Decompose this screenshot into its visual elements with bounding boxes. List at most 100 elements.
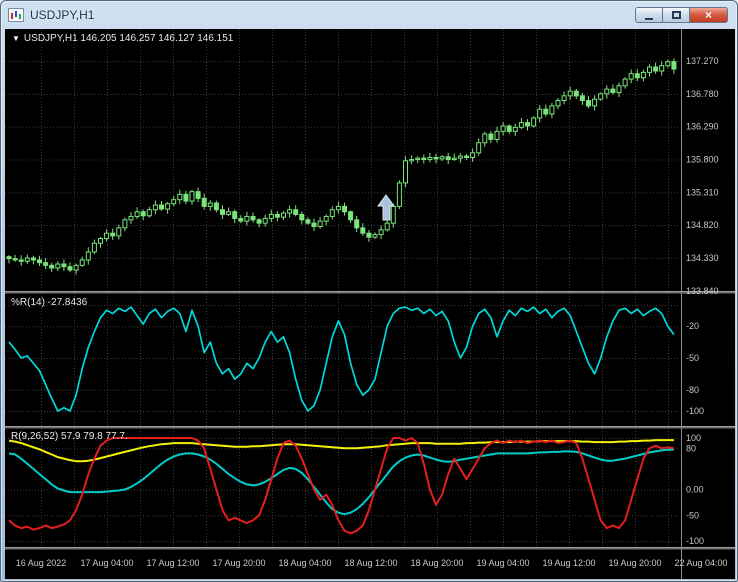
candle-body [165,203,171,210]
candle-body [494,130,500,140]
candle-body [171,199,177,205]
candle-body [378,229,384,236]
candle-body [55,263,61,269]
candle-body [427,156,433,160]
candle-body [610,88,616,93]
candle-body [43,262,49,266]
candle-body [49,264,55,269]
close-button[interactable]: × [690,7,728,23]
time-tick-label: 18 Aug 04:00 [278,558,331,568]
candle-body [439,156,445,160]
maximize-button[interactable] [663,7,690,23]
chart-area[interactable]: 137.270 136.780 136.290 135.800 135.310 134.8… [5,29,735,579]
candle-body [335,205,341,211]
candle-body [232,211,238,219]
candle-body [598,93,604,100]
candle-body [61,263,67,268]
candle-body [622,78,628,87]
candle-body [390,205,396,224]
app-icon-graphic [8,8,24,22]
candle-body [543,108,549,115]
candle-body [342,205,347,213]
candle-body [146,209,152,217]
time-tick-label: 17 Aug 04:00 [80,558,133,568]
candle-body [317,220,323,227]
candle-body [628,73,634,80]
candle-body [152,204,158,211]
candle-body [177,193,183,201]
price-tick-label: 134.330 [686,253,719,263]
candle-body [592,98,598,107]
candle-body [30,257,36,261]
wpr-indicator-label: %R(14) -27.8436 [11,297,88,308]
candle-body [213,202,219,211]
candle-body [226,211,232,215]
candle-body [579,95,585,102]
candle-body [604,88,610,95]
candle-body [67,266,73,271]
window: USDJPY,H1 × 137.270 136.780 136.290 135.800… [0,0,738,582]
time-tick-label: 19 Aug 04:00 [476,558,529,568]
candle-body [366,232,372,238]
candle-body [244,215,250,222]
candle-body [433,156,439,160]
price-tick-label: 135.310 [686,187,719,197]
candle-body [98,238,103,244]
app-icon [8,8,24,22]
candle-body [647,66,652,73]
candle-body [104,232,110,240]
candle-body [396,182,402,207]
candle-body [488,133,494,140]
candle-body [555,100,561,107]
title-bar[interactable]: USDJPY,H1 × [1,1,737,29]
candle-body [183,193,189,202]
time-tick-label: 18 Aug 20:00 [410,558,463,568]
candle-body [85,251,91,261]
oscillator-tick-label: -100 [686,536,704,546]
candle-body [451,157,457,160]
candle-body [256,219,262,224]
minimize-icon [645,17,653,20]
candle-body [189,191,195,202]
maximize-icon [671,11,681,19]
candle-body [238,217,244,222]
candle-body [134,211,140,217]
candle-body [140,211,146,217]
minimize-button[interactable] [635,7,663,23]
candle-body [250,215,256,221]
candle-body [287,209,293,214]
candle-body [445,156,451,160]
candle-body [207,202,213,207]
ohlc-text: USDJPY,H1 146.205 146.257 146.127 146.15… [23,33,234,44]
window-title: USDJPY,H1 [30,8,95,22]
candle-body [659,65,665,72]
oscillator-tick-label: 0.00 [686,485,704,495]
candle-body [457,155,463,159]
candle-body [122,219,128,229]
candle-body [665,61,671,67]
candle-body [116,227,122,237]
time-tick-label: 17 Aug 20:00 [212,558,265,568]
candle-body [482,133,488,144]
candle-body [281,212,286,218]
time-tick-label: 19 Aug 12:00 [542,558,595,568]
candle-body [567,90,573,97]
candle-body [360,227,366,234]
candle-body [586,100,591,107]
chart-svg[interactable]: 137.270 136.780 136.290 135.800 135.310 134.8… [5,29,735,579]
wpr-tick-label: -20 [686,321,699,331]
candle-body [354,219,360,229]
candle-body [671,61,677,70]
candle-body [24,257,30,262]
candle-body [299,213,305,221]
candle-body [37,259,42,264]
candle-body [311,222,317,227]
candle-body [506,125,512,132]
candle-body [73,264,79,271]
price-tick-label: 136.780 [686,89,719,99]
candle-body [512,126,518,132]
candle-body [18,259,24,262]
candle-body [323,215,329,222]
candle-body [128,215,134,221]
candle-body [634,73,640,79]
